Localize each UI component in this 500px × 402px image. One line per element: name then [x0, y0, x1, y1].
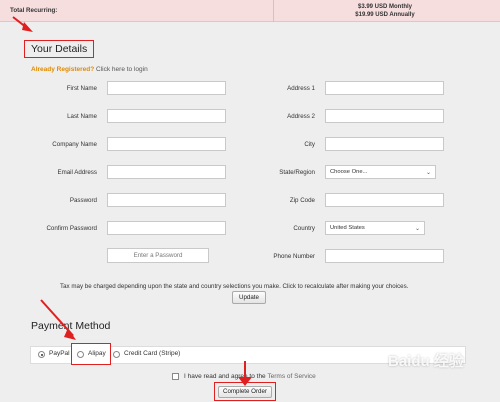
state-select-value: Choose One... [330, 169, 368, 175]
address2-label: Address 2 [287, 113, 315, 120]
country-label: Country [293, 225, 315, 232]
company-name-input[interactable] [107, 137, 226, 151]
password-generator-button[interactable]: Enter a Password [107, 248, 209, 263]
email-input[interactable] [107, 165, 226, 179]
city-input[interactable] [325, 137, 444, 151]
baidu-watermark: Baidu 经验 [388, 353, 464, 370]
last-name-label: Last Name [67, 113, 97, 120]
annual-price: $19.99 USD Annually [355, 12, 415, 18]
total-recurring-label: Total Recurring: [10, 7, 58, 14]
confirm-password-input[interactable] [107, 221, 226, 235]
alipay-radio[interactable] [77, 351, 84, 358]
already-registered-row: Already Registered? Click here to login [31, 66, 148, 73]
state-select[interactable]: Choose One... ⌄ [325, 165, 436, 179]
company-name-label: Company Name [52, 141, 97, 148]
phone-input[interactable] [325, 249, 444, 263]
summary-divider [273, 0, 274, 22]
first-name-input[interactable] [107, 81, 226, 95]
update-button[interactable]: Update [232, 291, 266, 304]
email-label: Email Address [57, 169, 97, 176]
tax-note: Tax may be charged depending upon the st… [60, 283, 409, 290]
confirm-password-label: Confirm Password [46, 225, 97, 232]
zip-label: Zip Code [289, 197, 315, 204]
address1-input[interactable] [325, 81, 444, 95]
your-details-title: Your Details [31, 43, 88, 55]
arrowhead-icon [22, 22, 33, 32]
tos-link[interactable]: Terms of Service [267, 373, 315, 380]
already-registered-label: Already Registered? [31, 66, 95, 73]
complete-order-button[interactable]: Complete Order [218, 386, 272, 398]
password-label: Password [69, 197, 97, 204]
chevron-down-icon: ⌄ [414, 226, 420, 232]
phone-label: Phone Number [273, 253, 315, 260]
arrowhead-icon [238, 377, 252, 386]
address1-label: Address 1 [287, 85, 315, 92]
stripe-radio[interactable] [113, 351, 120, 358]
address2-input[interactable] [325, 109, 444, 123]
tos-text: I have read and agree to the [184, 373, 266, 380]
country-select[interactable]: United States ⌄ [325, 221, 425, 235]
last-name-input[interactable] [107, 109, 226, 123]
stripe-label: Credit Card (Stripe) [124, 350, 181, 357]
arrowhead-icon [64, 328, 76, 340]
state-label: State/Region [279, 169, 315, 176]
login-link[interactable]: Click here to login [96, 66, 148, 73]
country-select-value: United States [330, 225, 365, 231]
password-input[interactable] [107, 193, 226, 207]
tos-checkbox[interactable] [172, 373, 179, 380]
monthly-price: $3.99 USD Monthly [357, 4, 412, 10]
paypal-radio[interactable] [38, 351, 45, 358]
alipay-label: Alipay [88, 350, 106, 357]
chevron-down-icon: ⌄ [425, 170, 431, 176]
city-label: City [304, 141, 315, 148]
first-name-label: First Name [66, 85, 97, 92]
zip-input[interactable] [325, 193, 444, 207]
